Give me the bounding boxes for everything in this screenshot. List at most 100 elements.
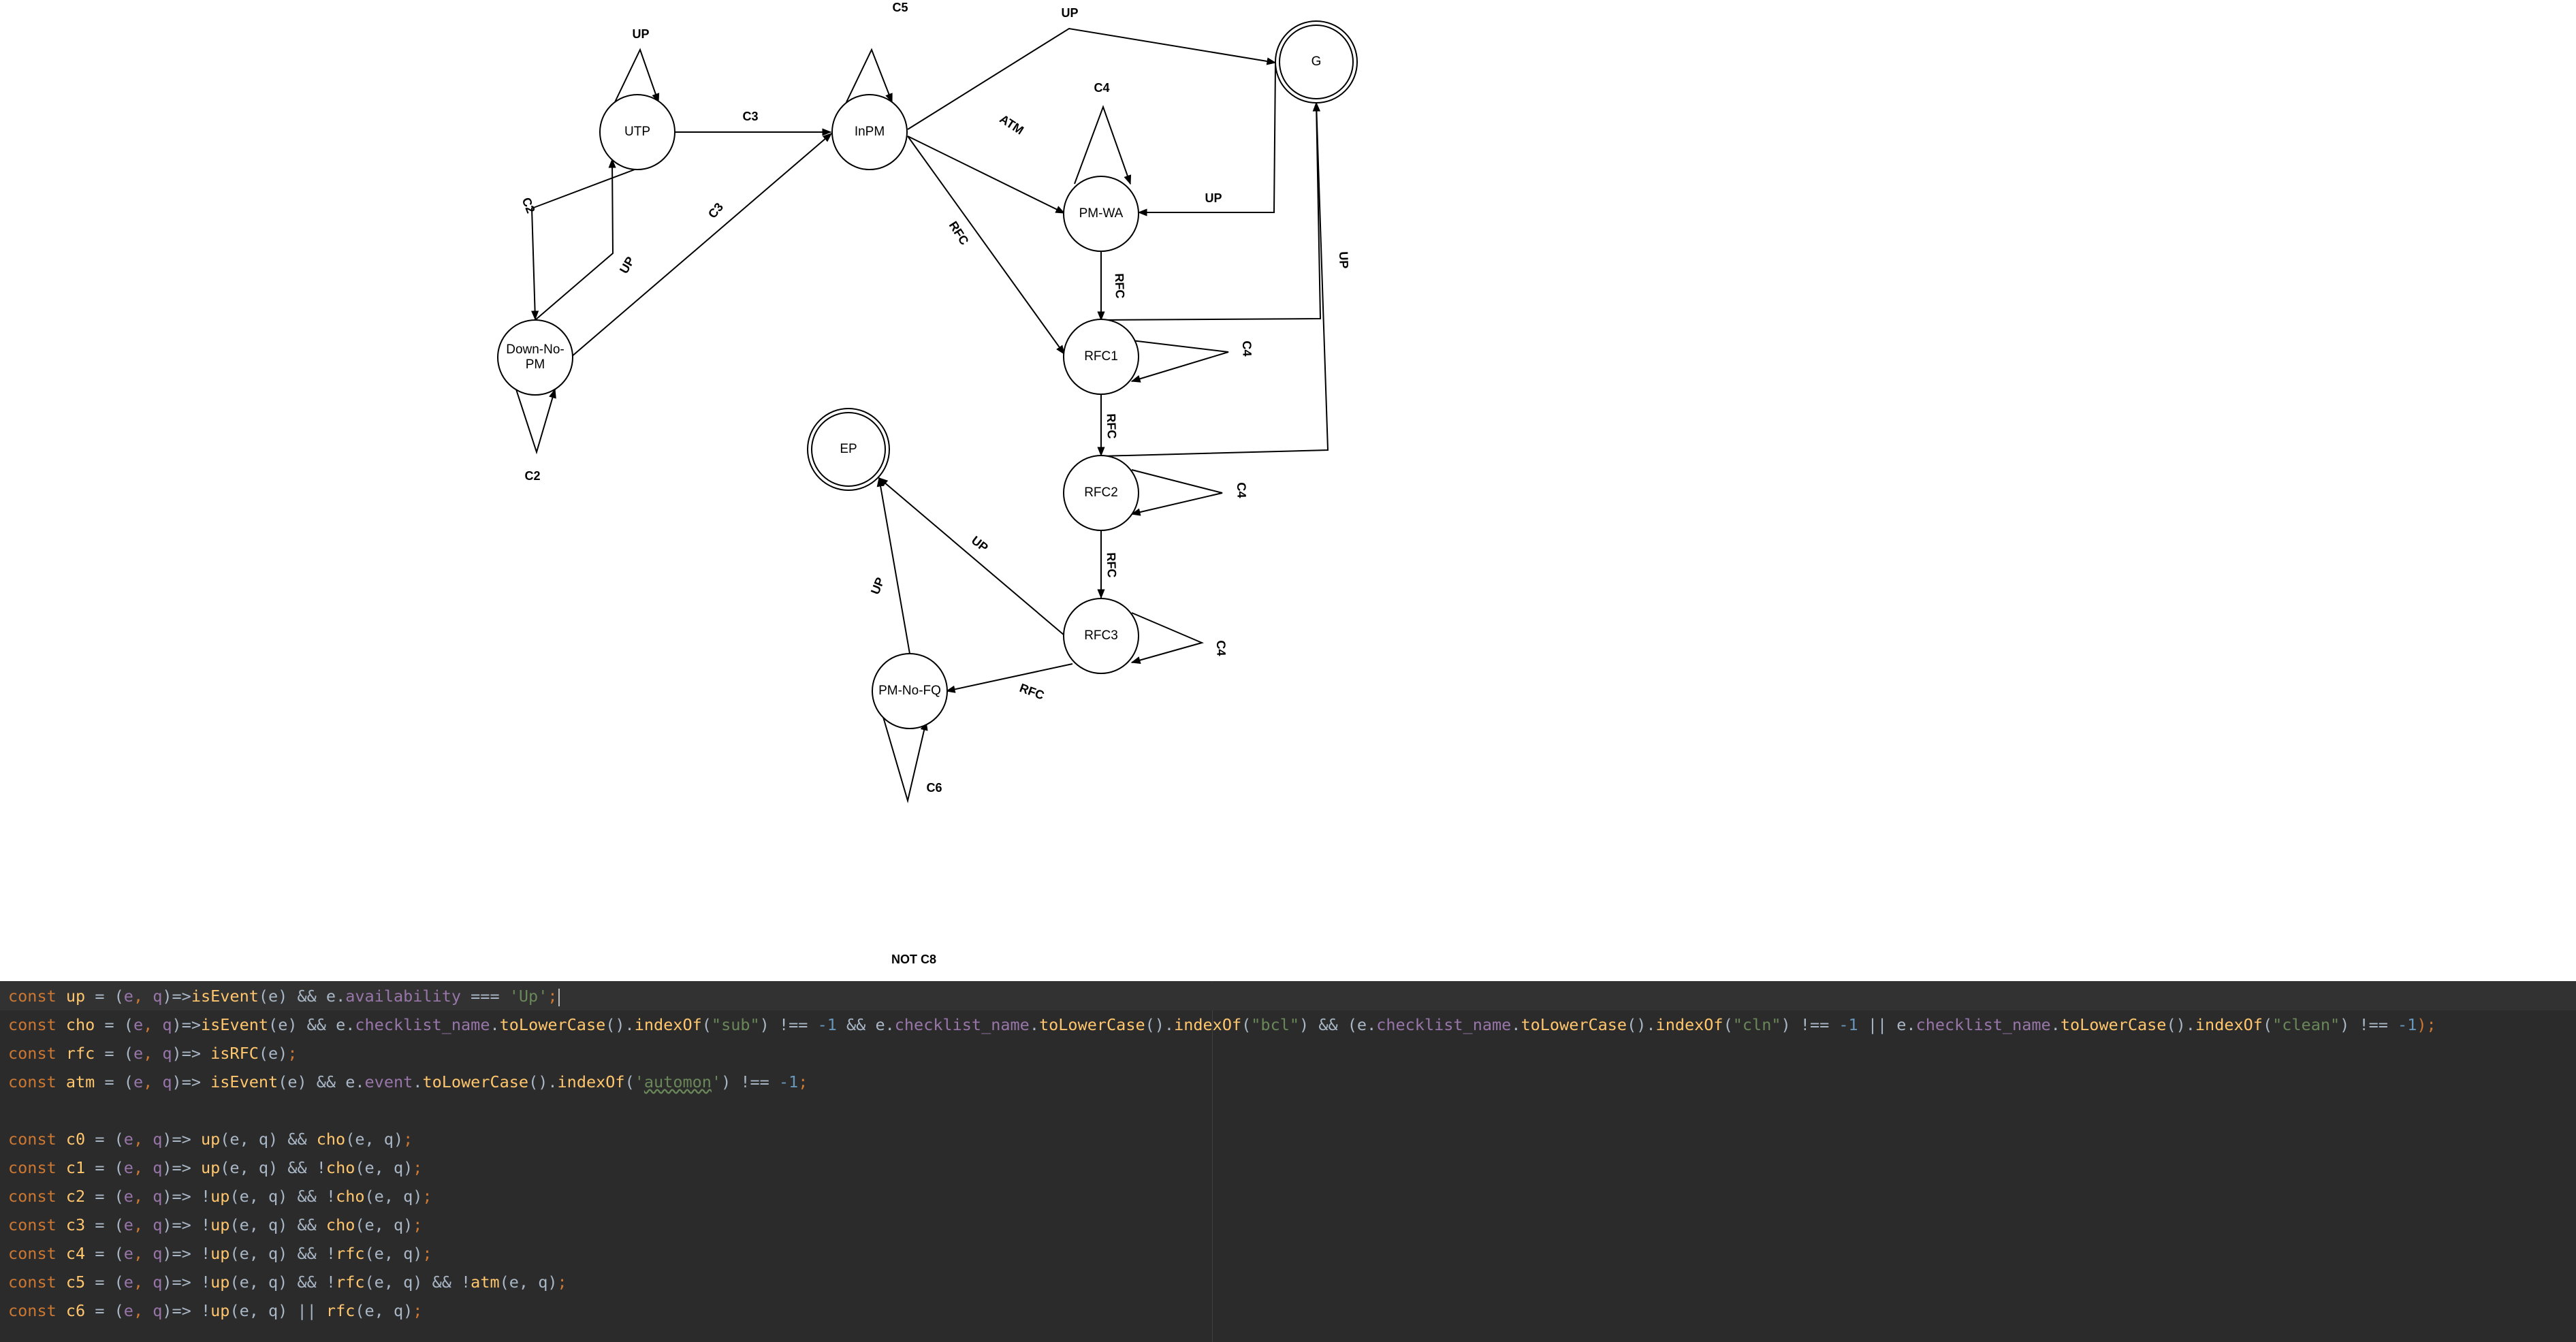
code-token: ; xyxy=(413,1301,423,1320)
code-token: checklist_name xyxy=(355,1015,490,1034)
code-token: )=> ! xyxy=(162,1244,211,1263)
code-line[interactable]: const up = (e, q)=>isEvent(e) && e.avail… xyxy=(0,982,2576,1010)
code-token: q xyxy=(153,1244,163,1263)
state-rfc1: RFC1 xyxy=(1063,319,1139,395)
code-token: cho xyxy=(65,1015,95,1034)
code-token: (). xyxy=(528,1072,558,1091)
code-token: = ( xyxy=(95,1015,133,1034)
code-token: checklist_name xyxy=(894,1015,1030,1034)
code-token: , xyxy=(143,1015,163,1034)
code-token: (e) && e. xyxy=(258,987,346,1006)
code-token: atm xyxy=(471,1273,500,1292)
code-token: (e) && e. xyxy=(268,1015,355,1034)
code-token: ; xyxy=(557,1273,567,1292)
code-token: isEvent xyxy=(210,1072,279,1091)
code-token: const xyxy=(8,1301,66,1320)
code-token: , xyxy=(133,987,153,1006)
code-token: q xyxy=(162,1072,172,1091)
code-token: rfc xyxy=(325,1301,355,1320)
self-loop-pm-wa xyxy=(1074,105,1132,185)
code-token: (e) xyxy=(258,1044,288,1063)
code-token: (). xyxy=(2166,1015,2195,1034)
code-token: c4 xyxy=(65,1244,86,1263)
self-loop-rfc2-label: C4 xyxy=(1235,482,1249,498)
code-token: event xyxy=(364,1072,413,1091)
edge-inpm-to-g xyxy=(907,27,1277,130)
code-token: e xyxy=(133,1015,144,1034)
code-token: toLowerCase xyxy=(422,1072,529,1091)
code-line[interactable]: const rfc = (e, q)=> isRFC(e); xyxy=(8,1039,298,1068)
code-token: (e, q) && ! xyxy=(229,1187,336,1206)
edge-utp-to-inpm-label: C3 xyxy=(742,110,758,123)
code-token: c2 xyxy=(65,1187,86,1206)
code-token: (e, q) xyxy=(355,1301,413,1320)
code-token: (e, q) && ! xyxy=(229,1244,336,1263)
code-token: ' xyxy=(711,1072,722,1091)
code-line[interactable]: const c3 = (e, q)=> !up(e, q) && cho(e, … xyxy=(8,1211,422,1239)
code-token: (e, q) || xyxy=(229,1301,326,1320)
code-token: q xyxy=(153,1301,163,1320)
code-token: ; xyxy=(422,1244,432,1263)
self-loop-pm-wa-label: C4 xyxy=(1094,81,1109,95)
code-token: )=> xyxy=(172,1044,211,1063)
code-line[interactable]: const c0 = (e, q)=> up(e, q) && cho(e, q… xyxy=(8,1125,413,1153)
state-rfc2-label: RFC2 xyxy=(1084,485,1118,500)
state-down-no-pm-label: PM xyxy=(526,357,545,372)
code-token: (e, q) && ! xyxy=(229,1273,336,1292)
code-line[interactable]: const c6 = (e, q)=> !up(e, q) || rfc(e, … xyxy=(8,1296,422,1325)
code-line[interactable]: const c5 = (e, q)=> !up(e, q) && !rfc(e,… xyxy=(8,1268,567,1296)
code-token: ; xyxy=(422,1187,432,1206)
code-line[interactable]: const c2 = (e, q)=> !up(e, q) && !cho(e,… xyxy=(8,1182,432,1211)
state-pm-no-fq-label: PM-No-FQ xyxy=(878,684,941,698)
code-token: (e, q) xyxy=(355,1215,413,1234)
code-token: , xyxy=(133,1187,153,1206)
code-editor[interactable]: const up = (e, q)=>isEvent(e) && e.avail… xyxy=(0,981,2576,1342)
code-line[interactable]: const atm = (e, q)=> isEvent(e) && e.eve… xyxy=(8,1068,808,1096)
code-token: ; xyxy=(798,1072,808,1091)
self-loop-rfc1-label: C4 xyxy=(1240,340,1254,357)
edge-down-no-pm-to-inpm xyxy=(566,133,833,362)
code-token: )=> xyxy=(172,1015,201,1034)
code-token: . xyxy=(413,1072,423,1091)
code-token: q xyxy=(162,1015,172,1034)
code-token: ; xyxy=(547,987,558,1006)
code-token: c0 xyxy=(65,1130,86,1149)
self-loop-rfc3 xyxy=(1130,612,1205,664)
self-loop-down-no-pm-label: C2 xyxy=(524,469,540,483)
code-token: indexOf xyxy=(557,1072,625,1091)
code-line[interactable]: const c4 = (e, q)=> !up(e, q) && !rfc(e,… xyxy=(8,1239,432,1268)
code-token: = ( xyxy=(85,1215,124,1234)
code-token: , xyxy=(133,1301,153,1320)
code-token: e xyxy=(123,1215,133,1234)
code-token: . xyxy=(490,1015,500,1034)
code-token: , xyxy=(133,1158,153,1177)
code-token: automon xyxy=(643,1072,712,1091)
code-token: && e. xyxy=(836,1015,895,1034)
state-inpm: InPM xyxy=(831,94,908,170)
edge-rfc2-to-g xyxy=(1100,101,1329,457)
self-loop-utp-label: UP xyxy=(632,27,649,41)
code-token: q xyxy=(162,1044,172,1063)
code-token: ( xyxy=(1723,1015,1733,1034)
code-token: = ( xyxy=(85,1158,124,1177)
code-token: -1 xyxy=(1839,1015,1858,1034)
code-token: , xyxy=(143,1072,163,1091)
code-line[interactable]: const cho = (e, q)=>isEvent(e) && e.chec… xyxy=(8,1010,2436,1039)
code-token: (). xyxy=(1145,1015,1175,1034)
code-token: e xyxy=(123,1187,133,1206)
code-token: -1 xyxy=(817,1015,837,1034)
code-token: e xyxy=(123,1130,133,1149)
code-token: ) !== xyxy=(759,1015,818,1034)
code-token: = ( xyxy=(85,1244,124,1263)
code-token: ; xyxy=(413,1215,423,1234)
code-line[interactable]: const c1 = (e, q)=> up(e, q) && !cho(e, … xyxy=(8,1153,422,1182)
code-token: cho xyxy=(316,1130,346,1149)
code-token: const xyxy=(8,1072,66,1091)
code-token: . xyxy=(1511,1015,1521,1034)
code-token: ; xyxy=(413,1158,423,1177)
code-token: = ( xyxy=(95,1044,133,1063)
code-token: const xyxy=(8,1215,66,1234)
code-token: e xyxy=(123,1301,133,1320)
code-token: e xyxy=(123,1273,133,1292)
code-token: q xyxy=(153,987,163,1006)
